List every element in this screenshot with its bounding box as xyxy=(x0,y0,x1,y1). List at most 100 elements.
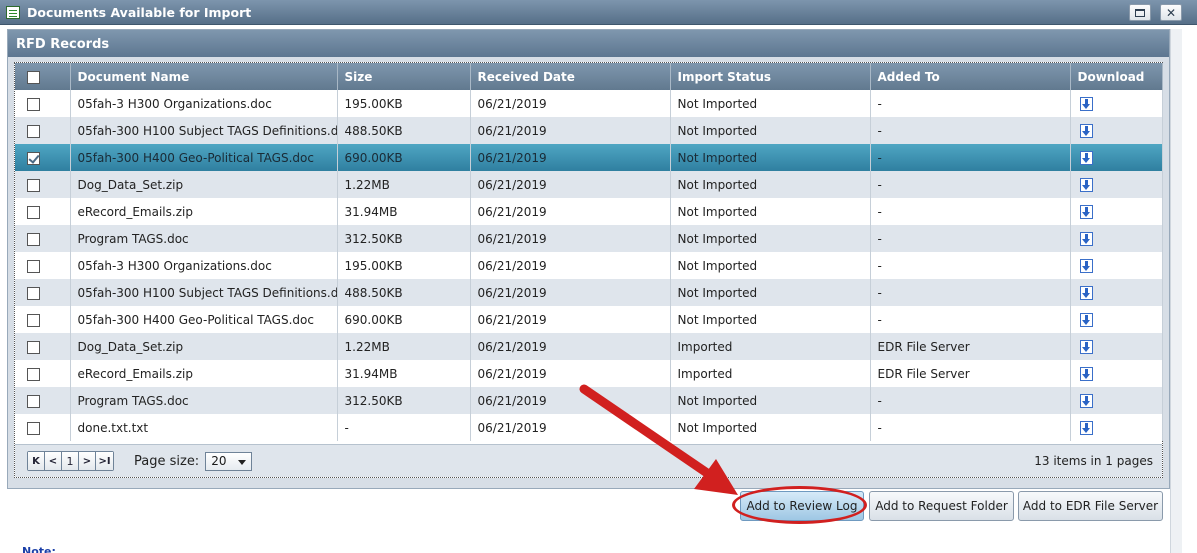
download-icon[interactable] xyxy=(1079,339,1093,354)
added-to-cell: - xyxy=(870,279,1071,306)
column-header-document-name[interactable]: Document Name xyxy=(70,63,338,90)
row-checkbox-cell[interactable] xyxy=(15,144,71,171)
table-row[interactable]: done.txt.txt -06/21/2019 Not Imported - xyxy=(15,414,1163,441)
last-page-button[interactable]: >I xyxy=(96,452,113,470)
download-icon[interactable] xyxy=(1079,123,1093,138)
page-size-label: Page size: xyxy=(134,453,200,469)
added-to-cell: - xyxy=(870,225,1071,252)
download-cell[interactable] xyxy=(1070,225,1163,252)
row-checkbox[interactable] xyxy=(27,367,40,381)
download-cell[interactable] xyxy=(1070,144,1163,171)
row-checkbox[interactable] xyxy=(27,394,40,408)
import-status-cell: Not Imported xyxy=(670,90,871,117)
select-all-checkbox[interactable] xyxy=(27,70,40,84)
download-cell[interactable] xyxy=(1070,117,1163,144)
row-checkbox-cell[interactable] xyxy=(15,117,71,144)
row-checkbox-cell[interactable] xyxy=(15,306,71,333)
added-to-cell: - xyxy=(870,90,1071,117)
table-row[interactable]: eRecord_Emails.zip 31.94MB 06/21/2019 Impor… xyxy=(15,360,1163,387)
download-cell[interactable] xyxy=(1070,90,1163,117)
row-checkbox[interactable] xyxy=(27,259,40,273)
table-row[interactable]: 05fah-300 H100 Subject TAGS Definitions.… xyxy=(15,117,1163,144)
table-row[interactable]: eRecord_Emails.zip 31.94MB 06/21/2019 Not I… xyxy=(15,198,1163,225)
row-checkbox[interactable] xyxy=(27,286,40,300)
row-checkbox[interactable] xyxy=(27,205,40,219)
page-size-select[interactable]: 20 xyxy=(205,451,253,471)
pages-text: pages xyxy=(1116,454,1153,468)
table-row[interactable]: Dog_Data_Set.zip 1.22MB 06/21/2019 Not Impo… xyxy=(15,171,1163,198)
add-to-review-log-button[interactable]: Add to Review Log xyxy=(740,491,864,521)
first-page-button[interactable]: K xyxy=(28,452,45,470)
received-date-cell: 06/21/2019 xyxy=(470,144,671,171)
grid-header-row: Document Name Size Received Date Import … xyxy=(15,63,1163,90)
maximize-button[interactable] xyxy=(1129,4,1151,21)
download-cell[interactable] xyxy=(1070,198,1163,225)
row-checkbox[interactable] xyxy=(27,232,40,246)
row-checkbox[interactable] xyxy=(27,313,40,327)
row-checkbox-cell[interactable] xyxy=(15,387,71,414)
window-title: Documents Available for Import xyxy=(27,4,252,20)
row-checkbox-cell[interactable] xyxy=(15,90,71,117)
row-checkbox-cell[interactable] xyxy=(15,252,71,279)
vertical-scrollbar[interactable] xyxy=(1170,29,1182,553)
row-checkbox-cell[interactable] xyxy=(15,360,71,387)
row-checkbox[interactable] xyxy=(27,421,40,435)
table-row[interactable]: 05fah-300 H100 Subject TAGS Definitions.… xyxy=(15,279,1163,306)
table-row[interactable]: Program TAGS.doc 312.50KB 06/21/2019 Not Im… xyxy=(15,225,1163,252)
prev-page-button[interactable]: < xyxy=(45,452,62,470)
row-checkbox[interactable] xyxy=(27,340,40,354)
document-list-icon xyxy=(6,5,20,19)
download-icon[interactable] xyxy=(1079,366,1093,381)
download-cell[interactable] xyxy=(1070,306,1163,333)
note-label: Note: xyxy=(22,545,56,553)
row-checkbox[interactable] xyxy=(27,151,40,165)
select-all-header[interactable] xyxy=(15,63,71,90)
download-icon[interactable] xyxy=(1079,420,1093,435)
document-name-cell: 05fah-300 H400 Geo-Political TAGS.doc xyxy=(70,306,338,333)
row-checkbox-cell[interactable] xyxy=(15,198,71,225)
column-header-size[interactable]: Size xyxy=(337,63,471,90)
document-name-cell: Program TAGS.doc xyxy=(70,387,338,414)
table-row[interactable]: 05fah-300 H400 Geo-Political TAGS.doc 690… xyxy=(15,306,1163,333)
download-cell[interactable] xyxy=(1070,171,1163,198)
page-number-button[interactable]: 1 xyxy=(62,452,79,470)
table-row[interactable]: 05fah-300 H400 Geo-Political TAGS.doc 690… xyxy=(15,144,1163,171)
download-cell[interactable] xyxy=(1070,252,1163,279)
row-checkbox-cell[interactable] xyxy=(15,171,71,198)
table-row[interactable]: Program TAGS.doc 312.50KB 06/21/2019 Not Im… xyxy=(15,387,1163,414)
row-checkbox-cell[interactable] xyxy=(15,333,71,360)
add-to-edr-file-server-button[interactable]: Add to EDR File Server xyxy=(1018,491,1163,521)
download-icon[interactable] xyxy=(1079,231,1093,246)
row-checkbox[interactable] xyxy=(27,178,40,192)
download-icon[interactable] xyxy=(1079,285,1093,300)
download-icon[interactable] xyxy=(1079,312,1093,327)
table-row[interactable]: Dog_Data_Set.zip 1.22MB 06/21/2019 Imported… xyxy=(15,333,1163,360)
download-cell[interactable] xyxy=(1070,279,1163,306)
row-checkbox-cell[interactable] xyxy=(15,225,71,252)
download-cell[interactable] xyxy=(1070,360,1163,387)
download-icon[interactable] xyxy=(1079,204,1093,219)
row-checkbox[interactable] xyxy=(27,97,40,111)
row-checkbox-cell[interactable] xyxy=(15,414,71,441)
download-cell[interactable] xyxy=(1070,387,1163,414)
column-header-import-status[interactable]: Import Status xyxy=(670,63,871,90)
row-checkbox[interactable] xyxy=(27,124,40,138)
download-cell[interactable] xyxy=(1070,414,1163,441)
download-icon[interactable] xyxy=(1079,177,1093,192)
next-page-icon: > xyxy=(82,455,92,467)
row-checkbox-cell[interactable] xyxy=(15,279,71,306)
added-to-cell: EDR File Server xyxy=(870,333,1071,360)
table-row[interactable]: 05fah-3 H300 Organizations.doc 195.00KB 06… xyxy=(15,252,1163,279)
download-icon[interactable] xyxy=(1079,393,1093,408)
column-header-download[interactable]: Download xyxy=(1070,63,1163,90)
column-header-received-date[interactable]: Received Date xyxy=(470,63,671,90)
download-icon[interactable] xyxy=(1079,258,1093,273)
download-cell[interactable] xyxy=(1070,333,1163,360)
close-button[interactable]: ✕ xyxy=(1160,4,1182,21)
download-icon[interactable] xyxy=(1079,150,1093,165)
add-to-request-folder-button[interactable]: Add to Request Folder xyxy=(869,491,1014,521)
table-row[interactable]: 05fah-3 H300 Organizations.doc 195.00KB 06… xyxy=(15,90,1163,117)
download-icon[interactable] xyxy=(1079,96,1093,111)
column-header-added-to[interactable]: Added To xyxy=(870,63,1071,90)
next-page-button[interactable]: > xyxy=(79,452,96,470)
